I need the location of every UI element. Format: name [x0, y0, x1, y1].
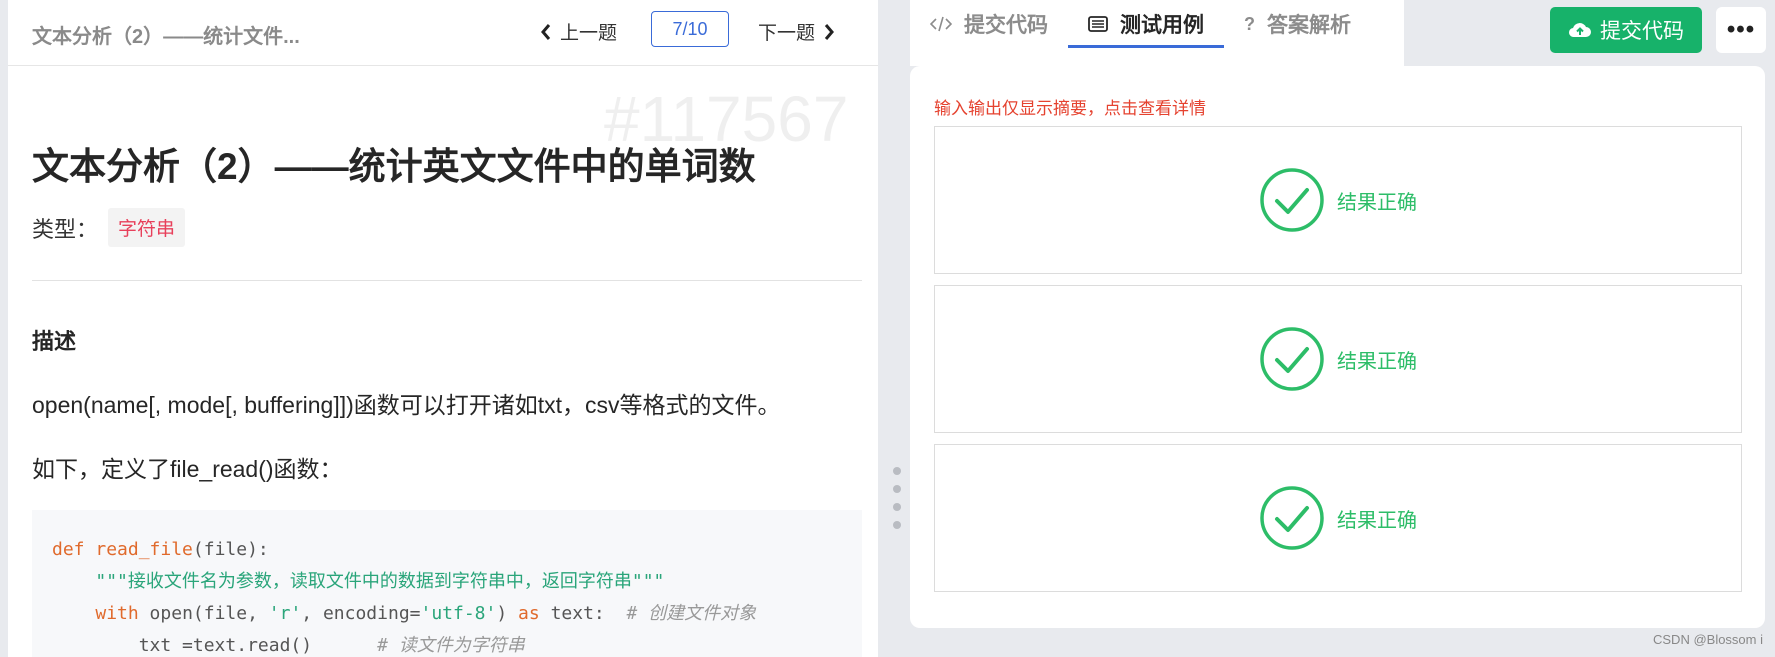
code-token: (file): — [192, 539, 269, 560]
problem-title: 文本分析（2）——统计英文文件中的单词数 — [32, 146, 756, 187]
description-paragraph: 如下，定义了file_read()函数： — [32, 456, 343, 482]
breadcrumb: 文本分析（2）——统计文件... — [32, 26, 300, 48]
result-status: 结果正确 — [1337, 191, 1417, 214]
check-circle-icon — [1260, 486, 1324, 550]
code-token: as — [518, 603, 540, 624]
test-case-result[interactable]: 结果正确 — [934, 126, 1742, 274]
result-status: 结果正确 — [1337, 350, 1417, 373]
code-comment: # 创建文件对象 — [626, 603, 757, 624]
problem-panel: 文本分析（2）——统计文件... 上一题 7/10 下一题 #117567 文本… — [8, 0, 878, 657]
check-circle-icon — [1260, 168, 1324, 232]
type-tag[interactable]: 字符串 — [108, 208, 186, 247]
chevron-left-icon — [541, 23, 551, 40]
code-token: , encoding= — [301, 603, 421, 624]
tab-test-cases[interactable]: 测试用例 — [1068, 0, 1224, 48]
type-label: 类型： — [32, 216, 99, 242]
code-token: 'r' — [268, 603, 302, 624]
prev-label: 上一题 — [560, 23, 618, 44]
drag-handle-dot[interactable] — [893, 521, 901, 529]
tab-label: 测试用例 — [1120, 14, 1204, 37]
result-status: 结果正确 — [1337, 509, 1417, 532]
more-options-button[interactable]: ••• — [1716, 7, 1766, 53]
code-token: with — [95, 603, 139, 624]
footer-attribution: CSDN @Blossom i — [1653, 632, 1763, 647]
code-token: """接收文件名为参数，读取文件中的数据到字符串中，返回字符串""" — [95, 571, 665, 592]
tab-answer-analysis[interactable]: ? 答案解析 — [1224, 0, 1371, 48]
test-case-result[interactable]: 结果正确 — [934, 444, 1742, 592]
chevron-right-icon — [824, 23, 834, 40]
description-heading: 描述 — [32, 329, 77, 354]
tab-label: 提交代码 — [964, 14, 1048, 37]
drag-handle-dot[interactable] — [893, 485, 901, 493]
code-token: 'utf-8' — [420, 603, 497, 624]
panel-splitter[interactable] — [880, 0, 894, 657]
submit-code-button[interactable]: 提交代码 — [1550, 7, 1702, 53]
drag-handle-dot[interactable] — [893, 503, 901, 511]
code-block: def read_file(file): """接收文件名为参数，读取文件中的数… — [32, 510, 862, 657]
code-token: ) — [496, 603, 519, 624]
tab-submit-code[interactable]: 提交代码 — [910, 0, 1068, 48]
code-token: read_file — [95, 539, 193, 560]
tab-label: 答案解析 — [1267, 14, 1351, 37]
code-token: open(file, — [138, 603, 269, 624]
submit-label: 提交代码 — [1600, 20, 1684, 43]
page-indicator[interactable]: 7/10 — [651, 11, 729, 47]
code-token: txt =text.read() — [138, 635, 378, 656]
details-hint-link[interactable]: 输入输出仅显示摘要，点击查看详情 — [934, 94, 1206, 119]
type-row: 类型： 字符串 — [32, 208, 186, 247]
right-tabs: 提交代码 测试用例 ? 答案解析 — [910, 0, 1404, 66]
drag-handle-dot[interactable] — [893, 467, 901, 475]
code-icon — [930, 16, 952, 32]
prev-problem-button[interactable]: 上一题 — [540, 18, 617, 45]
code-token: def — [52, 539, 85, 560]
code-comment: # 读文件为字符串 — [377, 635, 525, 656]
check-circle-icon — [1260, 327, 1324, 391]
code-token: text: — [539, 603, 627, 624]
list-icon — [1088, 16, 1108, 32]
description-paragraph: open(name[, mode[, buffering]])函数可以打开诸如t… — [32, 392, 781, 418]
problem-header: 文本分析（2）——统计文件... 上一题 7/10 下一题 — [8, 0, 878, 66]
test-results-card: 输入输出仅显示摘要，点击查看详情 结果正确 结果正确 结果正确 — [910, 66, 1765, 628]
next-problem-button[interactable]: 下一题 — [758, 18, 835, 45]
divider — [32, 280, 862, 281]
test-case-result[interactable]: 结果正确 — [934, 285, 1742, 433]
question-icon: ? — [1244, 13, 1255, 34]
cloud-upload-icon — [1568, 23, 1591, 38]
next-label: 下一题 — [758, 23, 816, 44]
